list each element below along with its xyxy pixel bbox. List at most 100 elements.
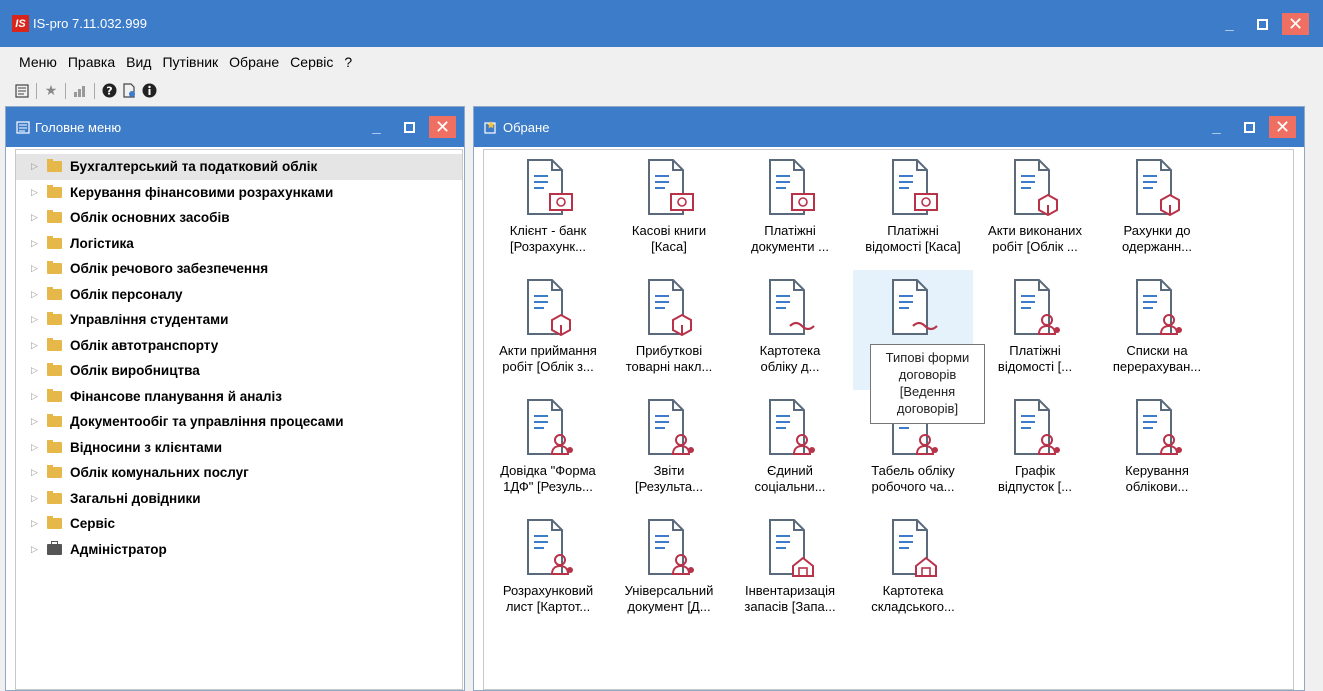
main-menu-panel-title: Головне меню [35, 119, 122, 135]
menu-item-help[interactable]: ? [344, 54, 352, 70]
close-button[interactable]: ✕ [1282, 13, 1309, 35]
favorite-tile[interactable]: Єдиний соціальни... [730, 390, 850, 510]
favorite-tile[interactable]: Довідка "Форма 1ДФ" [Резуль... [488, 390, 608, 510]
toolbar: ★ ? [0, 77, 1323, 104]
tree-item[interactable]: ▷ Загальні довідники [16, 486, 462, 512]
expand-arrow-icon[interactable]: ▷ [31, 493, 47, 504]
menu-item-view[interactable]: Вид [126, 54, 151, 70]
expand-arrow-icon[interactable]: ▷ [31, 365, 47, 376]
chart-icon[interactable] [70, 81, 90, 101]
favorite-tile[interactable]: Рахунки до одержанн... [1097, 150, 1217, 270]
tree-item-label: Керування фінансовими розрахунками [70, 184, 334, 200]
favorite-tile[interactable]: Картотека складського... [853, 510, 973, 630]
tile-label: Розрахунковий [502, 583, 594, 598]
favorite-tile[interactable]: Картотека обліку д... [730, 270, 850, 390]
app-titlebar: IS IS-pro 7.11.032.999 _ ✕ [0, 0, 1323, 47]
folder-icon [47, 312, 62, 326]
expand-arrow-icon[interactable]: ▷ [31, 238, 47, 249]
favorite-tile[interactable]: Звіти [Результа... [609, 390, 729, 510]
help-icon[interactable]: ? [99, 81, 119, 101]
favorite-tile[interactable]: Акти виконаних робіт [Облік ... [975, 150, 1095, 270]
document-icon [518, 270, 578, 343]
expand-arrow-icon[interactable]: ▷ [31, 314, 47, 325]
document-icon [1127, 390, 1187, 463]
tree-item[interactable]: ▷ Облік виробництва [16, 358, 462, 384]
folder-icon [47, 388, 62, 402]
expand-arrow-icon[interactable]: ▷ [31, 467, 47, 478]
favorite-tile[interactable]: Платіжні відомості [... [975, 270, 1095, 390]
favorite-tile[interactable]: Платіжні документи ... [730, 150, 850, 270]
tree-item[interactable]: ▷ Управління студентами [16, 307, 462, 333]
favorite-tile[interactable]: Універсальний документ [Д... [609, 510, 729, 630]
favorite-tile[interactable]: Касові книги [Каса] [609, 150, 729, 270]
tree-item[interactable]: ▷ Фінансове планування й аналіз [16, 384, 462, 410]
tree-item[interactable]: ▷ Облік комунальних послуг [16, 460, 462, 486]
tree-item[interactable]: ▷ Відносини з клієнтами [16, 435, 462, 461]
panel-splitter[interactable] [465, 106, 473, 691]
favorite-tile[interactable]: Розрахунковий лист [Картот... [488, 510, 608, 630]
expand-arrow-icon[interactable]: ▷ [31, 416, 47, 427]
briefcase-icon [47, 540, 62, 555]
panel-maximize-button[interactable] [1236, 116, 1263, 138]
main-menu-icon[interactable] [12, 81, 32, 101]
menu-item-service[interactable]: Сервіс [290, 54, 333, 70]
favorite-tile[interactable]: Клієнт - банк [Розрахунк... [488, 150, 608, 270]
panel-minimize-button[interactable]: _ [363, 116, 390, 138]
expand-arrow-icon[interactable]: ▷ [31, 340, 47, 351]
folder-icon [47, 439, 62, 453]
tree-item[interactable]: ▷ Бухгалтерський та податковий облік [16, 154, 462, 180]
document-icon [639, 510, 699, 583]
favorite-tile[interactable]: Прибуткові товарні накл... [609, 270, 729, 390]
tree-item[interactable]: ▷ Облік речового забезпечення [16, 256, 462, 282]
tile-label: Графік [1014, 463, 1056, 478]
tree-item-label: Управління студентами [70, 312, 229, 328]
tree-item[interactable]: ▷ Облік основних засобів [16, 205, 462, 231]
tile-label: Клієнт - банк [509, 223, 587, 238]
tile-label: соціальни... [754, 479, 826, 494]
tile-label: [Розрахунк... [510, 239, 586, 254]
expand-arrow-icon[interactable]: ▷ [31, 263, 47, 274]
expand-arrow-icon[interactable]: ▷ [31, 187, 47, 198]
expand-arrow-icon[interactable]: ▷ [31, 161, 47, 172]
menu-item-favorites[interactable]: Обране [229, 54, 279, 70]
folder-icon [47, 465, 62, 479]
tree-item[interactable]: ▷ Документообіг та управління процесами [16, 409, 462, 435]
favorite-tile[interactable]: Платіжні відомості [Каса] [853, 150, 973, 270]
star-icon[interactable]: ★ [41, 81, 61, 101]
expand-arrow-icon[interactable]: ▷ [31, 544, 47, 555]
panel-close-button[interactable]: ✕ [1269, 116, 1296, 138]
expand-arrow-icon[interactable]: ▷ [31, 289, 47, 300]
tile-label: лист [Картот... [505, 599, 591, 614]
maximize-button[interactable] [1249, 13, 1276, 35]
tree-item[interactable]: ▷ Облік персоналу [16, 282, 462, 308]
document-icon [760, 270, 820, 343]
document-icon [639, 270, 699, 343]
tree-item[interactable]: ▷ Керування фінансовими розрахунками [16, 180, 462, 206]
tree-item[interactable]: ▷ Адміністратор [16, 537, 462, 563]
favorite-tile[interactable]: Інвентаризація запасів [Запа... [730, 510, 850, 630]
minimize-button[interactable]: _ [1216, 13, 1243, 35]
tree-item[interactable]: ▷ Облік автотранспорту [16, 333, 462, 359]
favorite-tile[interactable]: Керування облікови... [1097, 390, 1217, 510]
panel-minimize-button[interactable]: _ [1203, 116, 1230, 138]
expand-arrow-icon[interactable]: ▷ [31, 442, 47, 453]
expand-arrow-icon[interactable]: ▷ [31, 518, 47, 529]
expand-arrow-icon[interactable]: ▷ [31, 391, 47, 402]
tree-item-label: Облік речового забезпечення [70, 261, 269, 277]
favorite-tile[interactable]: Графік відпусток [... [975, 390, 1095, 510]
tile-label: Прибуткові [635, 343, 703, 358]
menu-item-guide[interactable]: Путівник [162, 54, 218, 70]
expand-arrow-icon[interactable]: ▷ [31, 212, 47, 223]
tree-item[interactable]: ▷ Логістика [16, 231, 462, 257]
info-icon[interactable] [139, 81, 159, 101]
menu-item-edit[interactable]: Правка [68, 54, 115, 70]
tile-label: Платіжні [887, 223, 939, 238]
menu-item-menu[interactable]: Меню [19, 54, 57, 70]
favorite-tile[interactable]: Списки на перерахуван... [1097, 270, 1217, 390]
favorite-tile[interactable]: Акти приймання робіт [Облік з... [488, 270, 608, 390]
panel-close-button[interactable]: ✕ [429, 116, 456, 138]
document-icon [639, 150, 699, 223]
panel-maximize-button[interactable] [396, 116, 423, 138]
document-help-icon[interactable] [119, 81, 139, 101]
tree-item[interactable]: ▷ Сервіс [16, 511, 462, 537]
